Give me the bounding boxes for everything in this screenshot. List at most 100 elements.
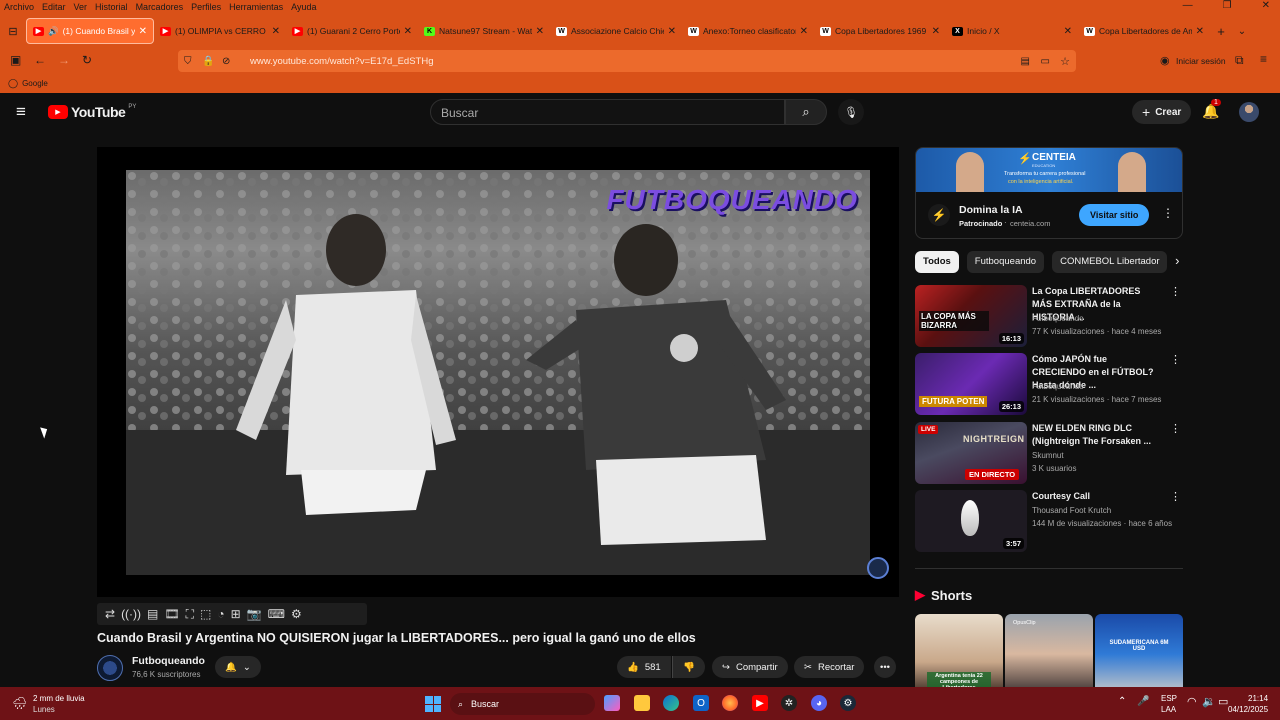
short-item[interactable]: OpusClip [1005,614,1093,687]
screen-icon[interactable]: ⬚ [200,607,211,621]
menu-perfiles[interactable]: Perfiles [187,2,225,12]
minimize-icon[interactable]: — [1179,0,1197,11]
more-icon[interactable]: ⋮ [1170,490,1181,503]
close-tab-icon[interactable]: ✕ [139,26,147,37]
list-item[interactable]: 3:57 Courtesy Call Thousand Foot Krutch … [915,490,1183,552]
gear-icon[interactable]: ⚙ [291,607,302,621]
share-button[interactable]: ↪ Compartir [712,656,788,678]
close-tab-icon[interactable]: ✕ [272,26,280,37]
steam-icon[interactable]: ⚙ [840,695,856,711]
weather-icon[interactable]: 🌧 [12,696,27,710]
chip-conmebol[interactable]: CONMEBOL Libertador [1052,251,1168,273]
tray-overflow-icon[interactable]: ⌃ [1118,696,1126,707]
create-button[interactable]: + Crear [1132,100,1192,124]
tab-3[interactable]: K Natsune97 Stream - Watch ✕ [418,18,550,44]
tab-1[interactable]: ▶ (1) OLIMPIA vs CERRO ✕ [154,18,286,44]
start-button[interactable] [425,696,441,712]
outlook-icon[interactable]: O [693,695,709,711]
list-item[interactable]: LIVE NIGHTREIGN EN DIRECTO NEW ELDEN RIN… [915,422,1183,484]
restore-icon[interactable]: ❐ [1219,0,1236,11]
discord-icon[interactable]: ◕ [811,695,827,711]
volume-icon[interactable]: 🔉 [1202,695,1216,708]
chatgpt-icon[interactable]: ✲ [781,695,797,711]
search-button[interactable]: ⌕ [785,99,827,125]
close-tab-icon[interactable]: ✕ [1196,26,1204,37]
ad-banner[interactable]: ⚡ CENTEIA EDUCATION Transforma tu carrer… [916,148,1182,192]
ad-menu-icon[interactable]: ⋮ [1162,206,1174,220]
channel-name[interactable]: Futboqueando [1032,314,1084,323]
app-menu-icon[interactable]: ≡ [1260,52,1267,66]
expand-icon[interactable]: ⛶ [186,607,194,622]
video-title[interactable]: Courtesy Call [1032,490,1162,503]
subscribe-bell-button[interactable]: 🔔 ⌄ [215,656,261,678]
reader-icon[interactable]: ▤ [1021,56,1030,67]
firefox-icon[interactable] [722,695,738,711]
video-frame[interactable]: FUTBOQUEANDO [126,170,870,575]
ad-card[interactable]: ⚡ CENTEIA EDUCATION Transforma tu carrer… [915,147,1183,239]
visit-site-button[interactable]: Visitar sitio [1079,204,1150,226]
tab-6[interactable]: W Copa Libertadores 1969 - W ✕ [814,18,946,44]
video-thumbnail[interactable]: LA COPA MÁS BIZARRA 16:13 [915,285,1027,347]
sidebar-icon[interactable]: ▣ [10,53,21,67]
menu-editar[interactable]: Editar [38,2,70,12]
microphone-tray-icon[interactable]: 🎤 [1137,696,1149,707]
close-tab-icon[interactable]: ✕ [536,26,544,37]
close-tab-icon[interactable]: ✕ [932,26,940,37]
audio-icon[interactable]: 🔊 [48,26,59,37]
tab-2[interactable]: ▶ (1) Guarani 2 Cerro Porteño ✕ [286,18,418,44]
audio-wave-icon[interactable]: ((·)) [121,607,141,621]
menu-archivo[interactable]: Archivo [0,2,38,12]
short-item[interactable]: SUDAMERICANA 6M USD [1095,614,1183,687]
video-thumbnail[interactable]: FUTURA POTEN 26:13 [915,353,1027,415]
file-explorer-icon[interactable] [634,695,650,711]
edge-icon[interactable] [663,695,679,711]
channel-name[interactable]: Futboqueando [1032,382,1084,391]
tab-overflow-icon[interactable]: ⌄ [1232,26,1252,37]
channel-name[interactable]: Thousand Foot Krutch [1032,506,1111,515]
new-tab-icon[interactable]: + [1210,24,1232,39]
account-icon[interactable]: ◉ [1160,54,1170,67]
like-button[interactable]: 👍 581 [617,656,671,678]
short-item[interactable]: Argentina tenía 22 campeones de Libertad… [915,614,1003,687]
chevron-right-icon[interactable]: › [1175,251,1179,273]
channel-name[interactable]: Skumnut [1032,451,1064,460]
voice-search-button[interactable]: 🎙 [838,99,864,125]
more-icon[interactable]: ⋮ [1170,353,1181,366]
list-item[interactable]: FUTURA POTEN 26:13 Cómo JAPÓN fue CRECIE… [915,353,1183,415]
video-thumbnail[interactable]: LIVE NIGHTREIGN EN DIRECTO [915,422,1027,484]
lock-icon[interactable]: 🔒 [202,56,214,67]
avatar[interactable] [1239,102,1259,122]
video-player[interactable]: FUTBOQUEANDO [97,147,899,597]
keyboard-icon[interactable]: ⌨ [268,607,285,621]
tab-8[interactable]: W Copa Libertadores de Amé ✕ [1078,18,1210,44]
cinema-icon[interactable]: 🎞 [164,607,179,621]
chip-futboqueando[interactable]: Futboqueando [966,251,1045,273]
notifications-button[interactable]: 🔔 1 [1202,99,1221,120]
menu-historial[interactable]: Historial [91,2,132,12]
back-icon[interactable]: ← [34,53,46,67]
pip-icon[interactable]: ▭ [1041,56,1050,67]
copilot-icon[interactable] [604,695,620,711]
youtube-app-icon[interactable]: ▶ [752,695,768,711]
close-tab-icon[interactable]: ✕ [404,26,412,37]
bookmark-star-icon[interactable]: ☆ [1060,55,1070,68]
menu-herramientas[interactable]: Herramientas [225,2,287,12]
menu-ver[interactable]: Ver [70,2,92,12]
loop-icon[interactable]: ⇄ [105,607,115,621]
menu-ayuda[interactable]: Ayuda [287,2,320,12]
tab-list-icon[interactable]: ⊟ [0,25,26,38]
dislike-button[interactable]: 👎 [672,656,705,678]
permissions-icon[interactable]: ⊘ [222,56,230,67]
signin-label[interactable]: Iniciar sesión [1176,56,1226,66]
tab-7[interactable]: X Inicio / X ✕ [946,18,1078,44]
reload-icon[interactable]: ↻ [82,53,92,67]
clip-button[interactable]: ✂ Recortar [794,656,865,678]
add-icon[interactable]: ⊞ [231,607,241,621]
bookmark-google[interactable]: Google [22,79,48,88]
screenshot-icon[interactable]: 📷 [247,607,262,621]
tab-0[interactable]: ▶ 🔊 (1) Cuando Brasil y Arg ✕ [26,18,154,44]
speed-icon[interactable]: ◔ [217,607,224,621]
wifi-icon[interactable]: ◠ [1187,695,1197,708]
close-tab-icon[interactable]: ✕ [1064,26,1072,37]
tab-4[interactable]: W Associazione Calcio Chievo ✕ [550,18,682,44]
